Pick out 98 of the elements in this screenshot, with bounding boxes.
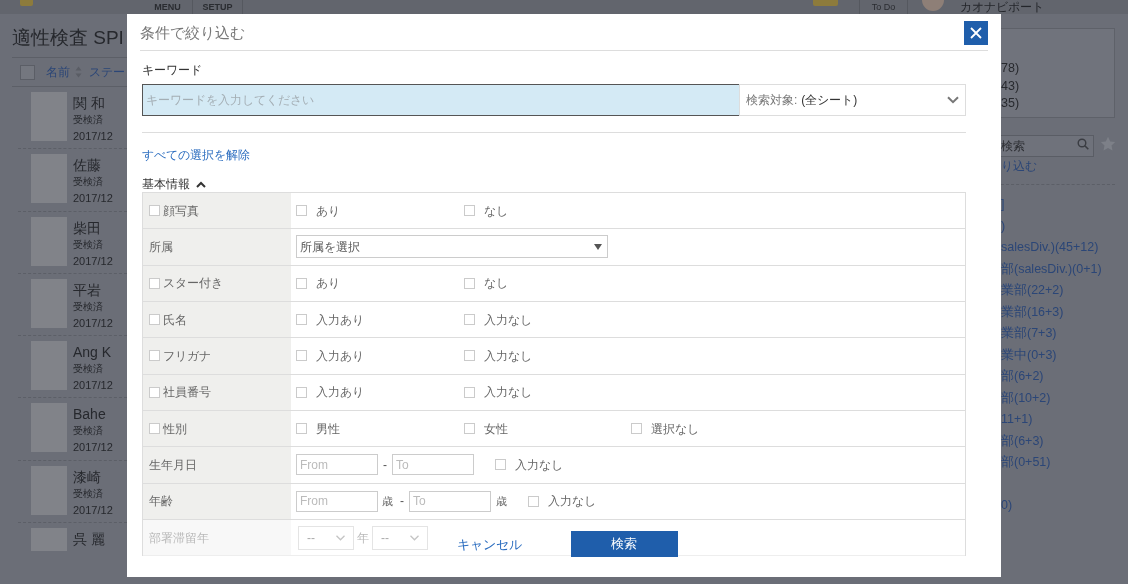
field-label: 年齢 (149, 494, 173, 509)
person-name[interactable]: 平岩 (73, 281, 101, 298)
field-label: スター付き (163, 276, 223, 291)
department-link[interactable]: 0) (1001, 495, 1013, 517)
from-field[interactable]: From (296, 490, 378, 512)
search-field[interactable]: 検索 (1001, 135, 1094, 157)
section-title[interactable]: 基本情報 (142, 177, 190, 191)
from-field[interactable]: From (296, 454, 378, 476)
department-link[interactable]: 部(salesDiv.)(0+1) (1001, 258, 1102, 280)
status-label: 受検済 (73, 114, 103, 126)
option-label: 入力なし (484, 348, 532, 363)
person-name[interactable]: 佐藤 (73, 157, 101, 174)
department-link[interactable]: 部(6+3) (1001, 430, 1044, 452)
person-name[interactable]: Ang K (73, 344, 112, 361)
person-name[interactable]: 呉 麗 (73, 531, 105, 548)
clear-selection-link[interactable]: すべての選択を解除 (142, 148, 250, 162)
department-link[interactable]: 部(6+2) (1001, 366, 1044, 388)
person-name[interactable]: 柴田 (73, 219, 101, 236)
department-link[interactable]: ] (1001, 194, 1005, 216)
person-name[interactable]: 漆崎 (73, 468, 101, 485)
option-label: 入力あり (316, 385, 364, 400)
date-label: 2017/12 (73, 192, 113, 206)
date-label: 2017/12 (73, 316, 113, 330)
option-label: なし (484, 276, 508, 291)
option-label: あり (316, 203, 340, 218)
cancel-link[interactable]: キャンセル (456, 536, 522, 552)
date-label: 2017/12 (73, 379, 113, 393)
option-label: 女性 (484, 421, 508, 436)
option-label: 入力なし (484, 385, 532, 400)
to-field[interactable]: To (409, 490, 491, 512)
range-dash: - (400, 494, 404, 509)
option-label: 入力なし (484, 312, 532, 327)
field-label: キーワード (142, 63, 202, 77)
status-label: 受検済 (73, 425, 103, 438)
count-label: 35) (1001, 95, 1020, 112)
field-label: 氏名 (163, 312, 187, 327)
person-name[interactable]: Bahe (73, 406, 106, 423)
option-label: なし (484, 203, 508, 218)
department-link[interactable]: salesDiv.)(45+12) (1001, 237, 1099, 259)
option-label: 入力あり (316, 312, 364, 327)
filter-link[interactable]: り込む (1001, 160, 1037, 172)
tile-icon (813, 0, 838, 6)
field-label: 生年月日 (149, 457, 197, 472)
close-button[interactable] (964, 21, 988, 45)
avatar-icon (922, 0, 944, 11)
date-label: 2017/12 (73, 130, 113, 143)
field-label: フリガナ (163, 348, 211, 363)
checkbox[interactable] (20, 64, 35, 80)
field-label: 部署滞留年 (149, 530, 209, 545)
caret-down-icon (594, 244, 602, 250)
department-link[interactable]: ) (1001, 215, 1006, 237)
department-link[interactable]: 部(0+51) (1001, 452, 1051, 474)
option-label: 入力なし (515, 457, 563, 472)
unit-label: 歳 (496, 494, 507, 508)
date-label: 2017/12 (73, 254, 113, 268)
department-link[interactable]: 11+1) (1001, 409, 1033, 431)
dialog-title: 条件で絞り込む (140, 24, 245, 43)
field-label: 所属 (149, 240, 173, 254)
field-label: 社員番号 (163, 385, 211, 400)
range-dash: - (383, 457, 387, 472)
close-icon (970, 27, 982, 39)
count-label: 78) (1001, 60, 1020, 77)
tile-icon (20, 0, 33, 6)
status-label: 受検済 (73, 238, 103, 251)
option-label: 入力あり (316, 348, 364, 363)
option-label: 選択なし (651, 421, 699, 436)
period-select[interactable]: -- (298, 525, 354, 550)
to-field[interactable]: To (392, 454, 474, 476)
chevron-down-icon (410, 534, 419, 541)
field-label: 性別 (163, 421, 187, 436)
date-label: 2017/12 (73, 441, 113, 455)
person-name[interactable]: 関 和 (73, 95, 105, 111)
count-label: 43) (1001, 77, 1020, 95)
department-link[interactable]: 業部(7+3) (1001, 323, 1057, 345)
period-select[interactable]: -- (372, 525, 428, 550)
department-link[interactable]: 業部(16+3) (1001, 301, 1064, 323)
unit-label: 歳 (382, 494, 393, 508)
page-title: 適性検査 SPI (12, 27, 124, 49)
option-label: 入力なし (548, 494, 596, 509)
chevron-down-icon (947, 96, 959, 104)
date-label: 2017/12 (73, 503, 113, 517)
status-label: 受検済 (73, 363, 103, 376)
option-label: 男性 (316, 421, 340, 436)
column-header[interactable]: 名前 (46, 65, 70, 79)
option-label: あり (316, 276, 340, 291)
unit-label: 年 (357, 530, 369, 545)
department-link[interactable]: 部(10+2) (1001, 387, 1051, 409)
status-label: 受検済 (73, 300, 103, 313)
affiliation-select[interactable]: 所属を選択 (296, 235, 608, 259)
search-icon (1077, 138, 1089, 150)
search-button[interactable]: 検索 (570, 531, 678, 557)
status-label: 受検済 (73, 487, 103, 500)
scope-select[interactable]: 検索対象: (全シート) (739, 84, 966, 116)
department-link[interactable]: 業部(22+2) (1001, 280, 1064, 302)
department-link[interactable]: 業中(0+3) (1001, 344, 1057, 366)
status-label: 受検済 (73, 176, 103, 189)
chevron-down-icon (336, 534, 345, 541)
field-label: 顔写真 (163, 203, 199, 218)
